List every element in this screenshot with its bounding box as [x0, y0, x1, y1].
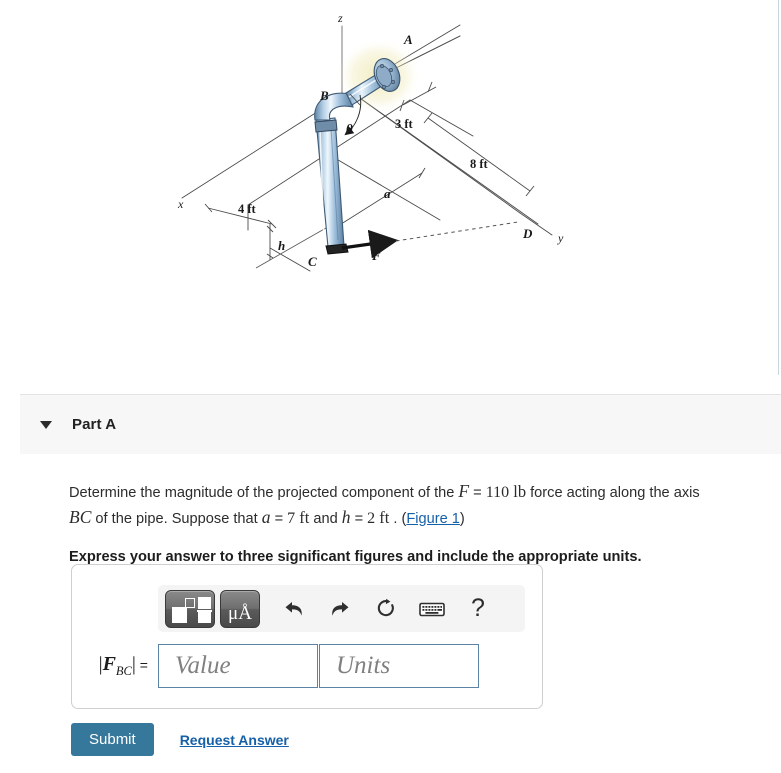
template-square-bottom	[198, 611, 211, 623]
value-F: 110	[485, 484, 510, 501]
angle-label-theta: θ	[346, 121, 353, 136]
reset-icon[interactable]	[366, 592, 406, 626]
symbol-h: h	[341, 507, 351, 527]
pipe-assembly-3d-diagram: z x y A B C D F θ a h 3 ft 8 ft 4 ft	[177, 11, 564, 272]
equals-3: =	[350, 511, 368, 527]
axis-label-y: y	[557, 231, 564, 245]
question-body: Determine the magnitude of the projected…	[0, 454, 781, 565]
units-icon-label: μÅ	[228, 602, 252, 624]
question-text-a: Determine the magnitude of the projected…	[69, 485, 459, 501]
symbol-F: F	[458, 481, 470, 501]
answer-label-F: F	[102, 653, 116, 675]
answer-input-row: |FBC| = Value Units	[72, 644, 542, 688]
question-line-2: BC of the pipe. Suppose that a = 7 ft an…	[69, 506, 781, 531]
dimension-label-h: h	[278, 238, 285, 253]
help-icon-label: ?	[471, 594, 485, 622]
equals-1: =	[469, 485, 486, 501]
force-label-F: F	[371, 248, 381, 263]
units-input[interactable]: Units	[319, 644, 479, 688]
answer-label-equals: =	[135, 657, 148, 673]
symbol-BC: BC	[69, 507, 92, 527]
question-text-e: . (	[389, 511, 407, 527]
help-icon[interactable]: ?	[458, 592, 498, 626]
equals-2: =	[270, 511, 288, 527]
answer-instruction: Express your answer to three significant…	[69, 549, 642, 565]
template-icon[interactable]	[165, 589, 215, 628]
figure-1-link[interactable]: Figure 1	[406, 511, 460, 527]
answer-entry-box: μÅ ? |FBC| = Value Units	[71, 564, 543, 709]
part-title: Part A	[72, 416, 117, 433]
answer-label-sub: BC	[115, 664, 132, 678]
point-label-D: D	[522, 226, 533, 241]
point-label-B: B	[319, 88, 329, 103]
value-h: 2	[367, 510, 376, 527]
action-row: Submit Request Answer	[71, 723, 289, 756]
submit-button[interactable]: Submit	[71, 723, 154, 756]
figure-region: z x y A B C D F θ a h 3 ft 8 ft 4 ft	[0, 0, 779, 375]
dimension-label-3ft: 3 ft	[395, 117, 414, 131]
symbol-a: a	[261, 507, 271, 527]
question-text-f: )	[459, 511, 465, 527]
value-a: 7	[287, 510, 296, 527]
request-answer-link[interactable]: Request Answer	[180, 732, 289, 748]
part-a-header[interactable]: Part A	[20, 394, 781, 454]
undo-glyph	[285, 601, 302, 616]
axis-label-x: x	[177, 197, 184, 211]
value-placeholder: Value	[175, 652, 231, 679]
answer-toolbar: μÅ ?	[158, 585, 525, 632]
dimension-label-8ft: 8 ft	[470, 157, 489, 171]
template-square-top	[198, 596, 211, 609]
reset-glyph	[377, 598, 394, 616]
unit-F: lb	[513, 482, 527, 501]
question-text-d: and	[309, 511, 342, 527]
template-square-large	[172, 606, 187, 623]
keyboard-glyph	[419, 602, 445, 616]
redo-icon[interactable]	[320, 592, 360, 626]
undo-icon[interactable]	[274, 592, 314, 626]
question-text-c: of the pipe. Suppose that	[91, 511, 262, 527]
unit-a: ft	[299, 508, 310, 527]
unit-h: ft	[379, 508, 390, 527]
keyboard-icon[interactable]	[412, 592, 452, 626]
units-placeholder: Units	[336, 652, 391, 679]
value-input[interactable]: Value	[158, 644, 318, 688]
problem-page: z x y A B C D F θ a h 3 ft 8 ft 4 ft Par…	[0, 0, 781, 773]
point-label-A: A	[403, 32, 413, 47]
template-square-outline	[185, 597, 195, 608]
question-text-b: force acting along the axis	[526, 485, 700, 501]
axis-label-z: z	[337, 11, 343, 25]
question-line-1: Determine the magnitude of the projected…	[69, 480, 781, 505]
triangle-down-icon[interactable]	[40, 420, 52, 429]
units-icon[interactable]: μÅ	[220, 589, 260, 628]
answer-label: |FBC| =	[72, 653, 158, 679]
point-label-C: C	[308, 254, 317, 269]
dimension-label-a: a	[384, 186, 391, 201]
dimension-label-4ft: 4 ft	[238, 202, 257, 216]
redo-glyph	[332, 601, 349, 616]
